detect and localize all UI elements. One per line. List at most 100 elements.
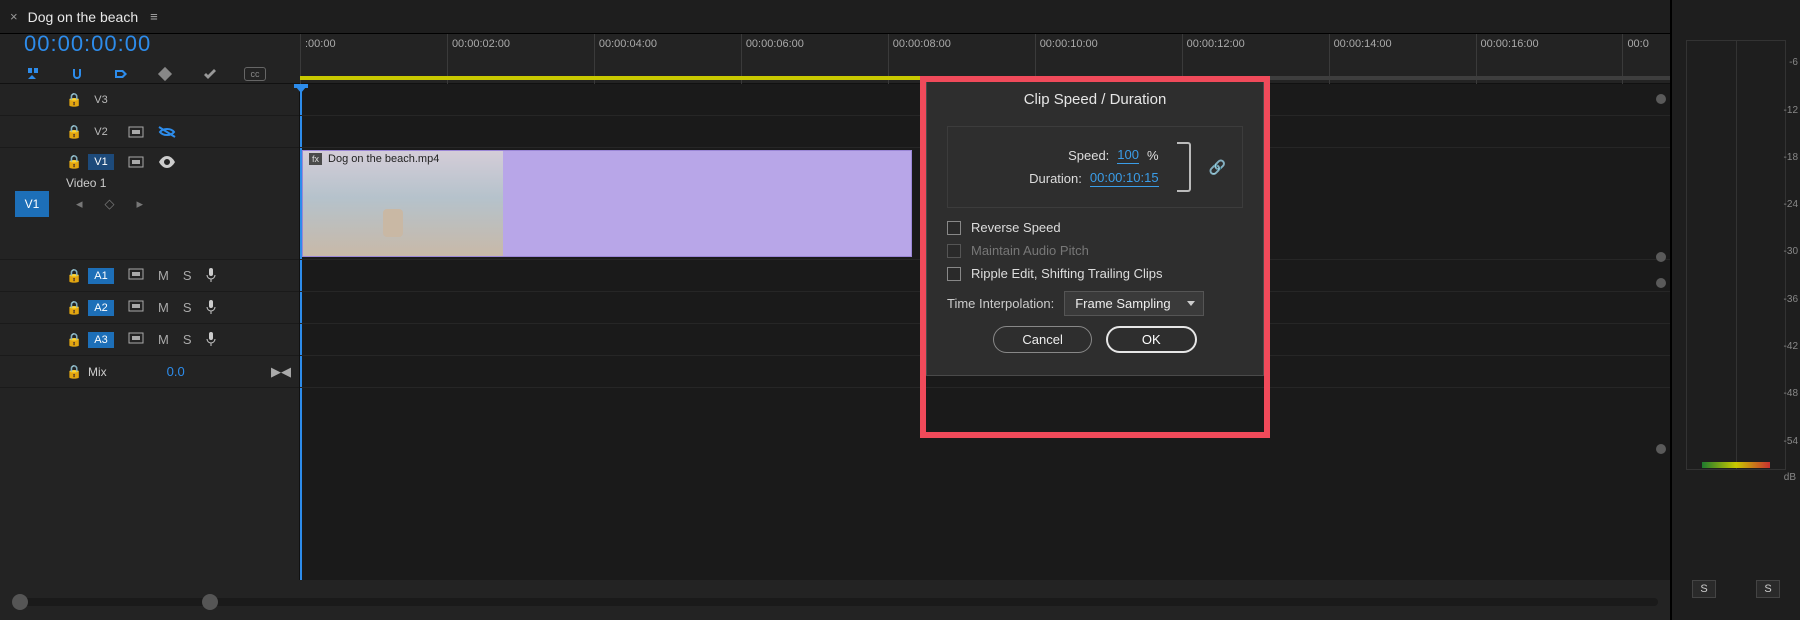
audio-meter[interactable] (1686, 40, 1786, 470)
lock-icon[interactable]: 🔒 (66, 154, 78, 170)
speed-label: Speed: (1068, 148, 1109, 163)
playhead-timecode[interactable]: 00:00:00:00 (24, 31, 276, 57)
zoom-scrollbar[interactable] (12, 598, 1658, 606)
track-label[interactable]: A2 (88, 300, 114, 316)
zoom-handle-left[interactable] (12, 594, 28, 610)
dialog-title: Clip Speed / Duration (927, 81, 1263, 118)
add-keyframe-icon[interactable]: ◇ (105, 196, 115, 212)
track-label[interactable]: V2 (88, 124, 114, 140)
video-clip[interactable]: fx Dog on the beach.mp4 (302, 150, 912, 257)
source-patch[interactable]: V1 (15, 191, 50, 217)
mix-value[interactable]: 0.0 (167, 364, 185, 379)
ok-button[interactable]: OK (1106, 326, 1197, 353)
linked-selection-icon[interactable] (112, 65, 130, 83)
link-bracket (1177, 142, 1191, 192)
time-interpolation-label: Time Interpolation: (947, 296, 1054, 311)
voiceover-mic-icon[interactable] (206, 268, 216, 283)
toggle-output-icon[interactable] (128, 332, 144, 347)
toggle-output-icon[interactable] (128, 156, 144, 168)
audio-track-header-a1[interactable]: 🔒 A1 M S (0, 260, 299, 292)
meter-tick: -18 (1784, 152, 1798, 163)
audio-track-header-a3[interactable]: 🔒 A3 M S (0, 324, 299, 356)
close-tab-icon[interactable]: × (10, 9, 18, 24)
prev-keyframe-icon[interactable]: ◂ (76, 196, 83, 212)
settings-wrench-icon[interactable] (200, 65, 218, 83)
checkbox-icon (947, 244, 961, 258)
track-headers: 🔒 V3 🔒 V2 V1 🔒 (0, 84, 300, 580)
track-label[interactable]: A3 (88, 332, 114, 348)
maintain-pitch-label: Maintain Audio Pitch (971, 243, 1089, 258)
clip-speed-duration-dialog: Clip Speed / Duration Speed: 100 % Durat… (926, 80, 1264, 376)
time-ruler[interactable]: :00:00 00:00:02:00 00:00:04:00 00:00:06:… (300, 34, 1670, 84)
reverse-speed-checkbox-row[interactable]: Reverse Speed (947, 220, 1243, 235)
lock-icon[interactable]: 🔒 (66, 124, 78, 140)
solo-button[interactable]: S (183, 300, 192, 315)
video-track-header-v3[interactable]: 🔒 V3 (0, 84, 299, 116)
toggle-output-icon[interactable] (128, 126, 144, 138)
speed-input[interactable]: 100 (1117, 147, 1139, 164)
solo-button[interactable]: S (183, 268, 192, 283)
cancel-button[interactable]: Cancel (993, 326, 1091, 353)
toggle-output-icon[interactable] (128, 268, 144, 283)
lock-icon[interactable]: 🔒 (66, 364, 78, 380)
mute-button[interactable]: M (158, 332, 169, 347)
meter-tick: -36 (1784, 294, 1798, 305)
link-icon[interactable]: 🔗 (1209, 159, 1226, 176)
dropdown-value: Frame Sampling (1075, 296, 1170, 311)
track-name: Video 1 (66, 176, 291, 190)
lock-icon[interactable]: 🔒 (66, 92, 78, 108)
expand-mix-icon[interactable]: ▶◀ (271, 364, 291, 380)
next-keyframe-icon[interactable]: ▸ (137, 196, 144, 212)
visibility-icon[interactable] (158, 156, 176, 168)
toggle-output-icon[interactable] (128, 300, 144, 315)
solo-button[interactable]: S (183, 332, 192, 347)
checkbox-icon[interactable] (947, 221, 961, 235)
lock-icon[interactable]: 🔒 (66, 300, 78, 316)
panel-menu-icon[interactable]: ≡ (150, 9, 158, 24)
vertical-scroll-knob[interactable] (1656, 444, 1666, 454)
maintain-pitch-checkbox-row: Maintain Audio Pitch (947, 243, 1243, 258)
meter-tick: -42 (1784, 341, 1798, 352)
mix-label: Mix (88, 365, 107, 379)
duration-input[interactable]: 00:00:10:15 (1090, 170, 1159, 187)
work-area-bar-inactive (1095, 76, 1670, 80)
ripple-edit-checkbox-row[interactable]: Ripple Edit, Shifting Trailing Clips (947, 266, 1243, 281)
clip-thumbnail (303, 151, 503, 256)
fx-badge[interactable]: fx (309, 153, 322, 165)
meter-solo-right-button[interactable]: S (1756, 580, 1780, 598)
lock-icon[interactable]: 🔒 (66, 268, 78, 284)
mix-track-header[interactable]: 🔒 Mix 0.0 ▶◀ (0, 356, 299, 388)
vertical-scroll-knob[interactable] (1656, 252, 1666, 262)
time-interpolation-dropdown[interactable]: Frame Sampling (1064, 291, 1204, 316)
duration-label: Duration: (1029, 171, 1082, 186)
zoom-handle-right[interactable] (202, 594, 218, 610)
mute-button[interactable]: M (158, 300, 169, 315)
checkbox-icon[interactable] (947, 267, 961, 281)
lock-icon[interactable]: 🔒 (66, 332, 78, 348)
sequence-tab-title[interactable]: Dog on the beach (28, 9, 139, 25)
voiceover-mic-icon[interactable] (206, 332, 216, 347)
marker-icon[interactable] (156, 65, 174, 83)
meter-solo-left-button[interactable]: S (1692, 580, 1716, 598)
snap-icon[interactable] (68, 65, 86, 83)
meter-tick: -24 (1784, 199, 1798, 210)
audio-track-header-a2[interactable]: 🔒 A2 M S (0, 292, 299, 324)
insert-replace-icon[interactable] (24, 65, 42, 83)
visibility-off-icon[interactable] (158, 126, 176, 138)
captions-icon[interactable]: cc (244, 67, 266, 81)
track-label[interactable]: A1 (88, 268, 114, 284)
voiceover-mic-icon[interactable] (206, 300, 216, 315)
video-track-header-v1[interactable]: V1 🔒 V1 Video 1 ◂ (0, 148, 299, 260)
reverse-speed-label: Reverse Speed (971, 220, 1061, 235)
audio-meter-panel: -6 -12 -18 -24 -30 -36 -42 -48 -54 dB S … (1670, 0, 1800, 620)
work-area-bar[interactable] (300, 76, 1095, 80)
video-track-header-v2[interactable]: 🔒 V2 (0, 116, 299, 148)
vertical-scroll-knob[interactable] (1656, 278, 1666, 288)
mute-button[interactable]: M (158, 268, 169, 283)
track-label[interactable]: V3 (88, 92, 114, 108)
meter-tick: -6 (1789, 57, 1798, 68)
speed-unit: % (1147, 148, 1159, 163)
meter-tick: -12 (1784, 105, 1798, 116)
track-label[interactable]: V1 (88, 154, 114, 170)
vertical-scroll-knob[interactable] (1656, 94, 1666, 104)
